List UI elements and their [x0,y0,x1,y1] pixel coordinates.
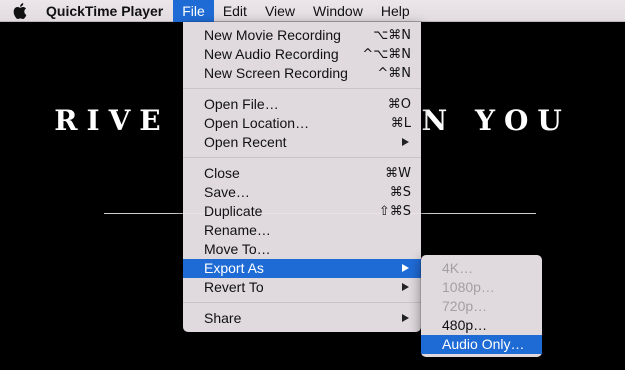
shortcut-label: ⇧⌘S [378,204,411,219]
edit-menu-title[interactable]: Edit [214,0,256,22]
submenu-arrow-icon [402,314,409,322]
export-item-1080p: 1080p… [442,279,495,295]
menu-item-rename[interactable]: Rename… [183,221,421,240]
menu-item-move-to[interactable]: Move To… [183,240,421,259]
export-item-720p: 720p… [442,298,488,314]
shortcut-label: ⌥⌘N [373,28,411,43]
export-item-audio-only[interactable]: Audio Only… [421,335,542,354]
menu-separator [183,157,421,158]
export-item-480p[interactable]: 480p… [421,316,542,335]
shortcut-label: ^⌥⌘N [362,47,411,62]
submenu-arrow-icon [402,264,409,272]
shortcut-label: ⌘L [390,116,411,131]
menu-item-new-movie-recording[interactable]: New Movie Recording ⌥⌘N [183,26,421,45]
shortcut-label: ^⌘N [377,66,411,81]
menu-item-export-as[interactable]: Export As [183,259,421,278]
menu-item-revert-to[interactable]: Revert To [183,278,421,297]
menu-item-open-recent[interactable]: Open Recent [183,133,421,152]
menu-item-new-screen-recording[interactable]: New Screen Recording ^⌘N [183,64,421,83]
menu-item-close[interactable]: Close ⌘W [183,164,421,183]
file-menu-title[interactable]: File [173,0,214,22]
shortcut-label: ⌘S [389,185,411,200]
app-menu[interactable]: QuickTime Player [40,0,173,22]
export-as-submenu: 4K… 1080p… 720p… 480p… Audio Only… [421,255,542,357]
menu-item-duplicate[interactable]: Duplicate ⇧⌘S [183,202,421,221]
menu-bar: QuickTime Player File Edit View Window H… [0,0,625,22]
menu-item-open-file[interactable]: Open File… ⌘O [183,95,421,114]
video-title-right: N YOU [421,104,571,137]
submenu-arrow-icon [402,138,409,146]
shortcut-label: ⌘O [387,97,411,112]
video-title-left: RIVE [54,104,170,137]
menu-item-save[interactable]: Save… ⌘S [183,183,421,202]
menu-item-share[interactable]: Share [183,309,421,328]
menu-separator [183,88,421,89]
view-menu-title[interactable]: View [256,0,304,22]
menu-separator [183,302,421,303]
window-menu-title[interactable]: Window [304,0,372,22]
export-item-4k: 4K… [442,260,474,276]
help-menu-title[interactable]: Help [372,0,419,22]
submenu-arrow-icon [402,283,409,291]
file-menu: New Movie Recording ⌥⌘N New Audio Record… [183,22,421,332]
apple-menu-icon[interactable] [0,0,40,22]
shortcut-label: ⌘W [385,166,411,181]
menu-item-new-audio-recording[interactable]: New Audio Recording ^⌥⌘N [183,45,421,64]
menu-item-open-location[interactable]: Open Location… ⌘L [183,114,421,133]
